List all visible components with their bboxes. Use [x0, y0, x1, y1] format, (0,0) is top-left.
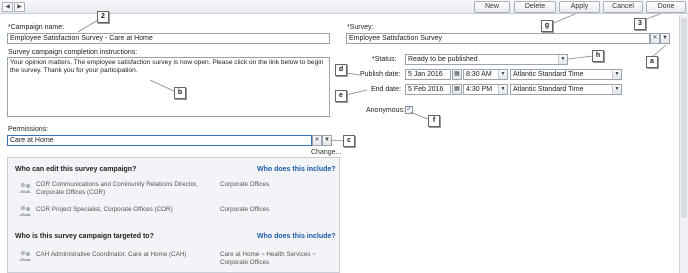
callout-b: b: [174, 87, 186, 99]
callout-g: g: [541, 20, 553, 32]
callout-c: c: [343, 135, 355, 147]
callout-f: f: [428, 115, 440, 127]
callout-2: 2: [97, 11, 109, 23]
callout-h: h: [592, 50, 604, 62]
callout-a: a: [646, 56, 658, 68]
vertical-scrollbar[interactable]: [679, 15, 688, 273]
callout-d: d: [335, 64, 347, 76]
callout-e: e: [335, 90, 347, 102]
callout-3: 3: [634, 18, 646, 30]
scrollbar-thumb[interactable]: [681, 18, 687, 218]
